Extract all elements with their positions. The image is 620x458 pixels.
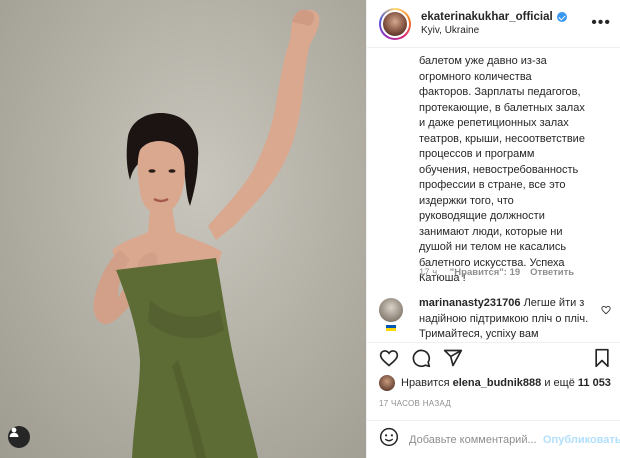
heart-icon[interactable] <box>379 348 399 368</box>
caption-time: 17 ч. <box>419 267 440 278</box>
liker-avatar[interactable] <box>379 375 395 391</box>
user-tag-icon[interactable] <box>8 426 30 448</box>
share-icon[interactable] <box>443 348 463 368</box>
comment-like-heart-icon[interactable] <box>601 302 611 320</box>
comment-input[interactable] <box>409 433 539 446</box>
verified-badge-icon <box>556 12 567 22</box>
author-username[interactable]: ekaterinakukhar_official <box>421 10 567 24</box>
emoji-icon[interactable] <box>379 427 399 452</box>
likes-summary: Нравится elena_budnik888 и ещё 11 053 <box>379 375 611 391</box>
comments-section[interactable]: балетом уже давно из-за огромного количе… <box>367 49 620 342</box>
post-timestamp[interactable]: 17 ЧАСОВ НАЗАД <box>379 399 451 408</box>
post-header: ekaterinakukhar_official Kyiv, Ukraine •… <box>367 0 620 48</box>
likes-count[interactable]: 11 053 <box>578 377 611 389</box>
comment-icon[interactable] <box>411 348 431 368</box>
caption-likes-count[interactable]: "Нравится": 19 <box>450 267 520 278</box>
reply-button[interactable]: Ответить <box>530 267 574 278</box>
publish-button[interactable]: Опубликовать <box>543 434 620 446</box>
add-comment-bar: Опубликовать <box>367 420 620 458</box>
likes-middle: и ещё <box>544 377 575 389</box>
more-options-button[interactable]: ••• <box>591 14 611 32</box>
post-photo[interactable] <box>0 0 366 458</box>
post-side-panel: ekaterinakukhar_official Kyiv, Ukraine •… <box>366 0 620 458</box>
photo-illustration <box>93 9 320 458</box>
ukraine-flag-icon <box>386 325 396 331</box>
commenter-avatar[interactable] <box>379 298 403 322</box>
bookmark-icon[interactable] <box>593 348 611 373</box>
caption-meta: 17 ч. "Нравится": 19 Ответить <box>419 267 574 278</box>
commenter-username[interactable]: marinanasty231706 <box>419 297 521 309</box>
post-actions-bar <box>367 342 620 372</box>
likes-prefix: Нравится <box>401 377 450 389</box>
caption-text: балетом уже давно из-за огромного количе… <box>419 55 585 284</box>
liker-username[interactable]: elena_budnik888 <box>453 377 542 389</box>
author-avatar[interactable] <box>379 7 411 40</box>
post-location[interactable]: Kyiv, Ukraine <box>421 24 567 38</box>
